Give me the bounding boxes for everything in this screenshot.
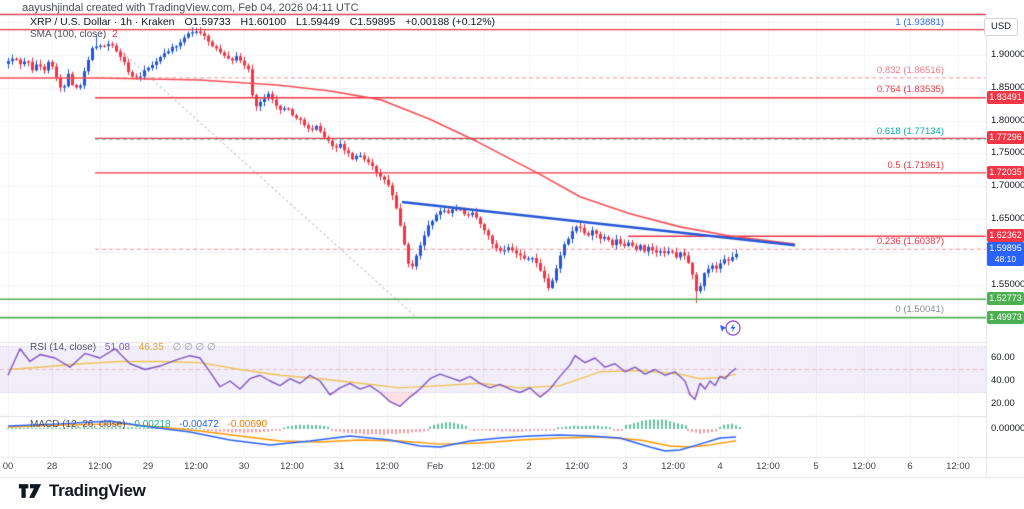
sma-value: 2 (112, 29, 118, 40)
time-axis-label: 00 (3, 461, 14, 472)
price-scale-label: 1.80000 (991, 115, 1024, 126)
ohlc-high: H1.60100 (241, 16, 287, 28)
fib-level-label: 0.832 (1.86516) (877, 65, 944, 76)
symbol-title: XRP / U.S. Dollar · 1h · Kraken (30, 16, 175, 28)
time-axis-label: 31 (334, 461, 345, 472)
fib-level-label: 0 (1.50041) (895, 304, 944, 315)
price-line-tag: 1.49973 (987, 311, 1024, 324)
fib-level-label: 0.236 (1.60387) (877, 236, 944, 247)
macd-signal-value: -0.00690 (228, 419, 267, 430)
time-axis-label: 12:00 (471, 461, 495, 472)
price-line-tag: 1.52773 (987, 292, 1024, 305)
price-scale-label: 1.75000 (991, 147, 1024, 158)
ohlc-open: O1.59733 (184, 16, 230, 28)
ohlc-close: C1.59895 (350, 16, 396, 28)
tradingview-chart-window: { "attribution": "aayushjindal created w… (0, 0, 1024, 509)
fib-level-label: 0.618 (1.77134) (877, 126, 944, 137)
time-axis-label: 29 (143, 461, 154, 472)
price-scale-label: 1.90000 (991, 49, 1024, 60)
rsi-scale-label: 40.00 (991, 375, 1015, 386)
rsi-scale-label: 20.00 (991, 398, 1015, 409)
time-axis-label: 12:00 (852, 461, 876, 472)
symbol-header[interactable]: XRP / U.S. Dollar · 1h · Kraken O1.59733… (30, 16, 502, 28)
time-axis-label: 5 (813, 461, 818, 472)
chart-canvas[interactable] (0, 0, 1024, 509)
fib-level-label: 1 (1.93881) (895, 17, 944, 28)
tradingview-logo[interactable]: TradingView (18, 480, 146, 502)
macd-legend[interactable]: MACD (12, 26, close) 0.00218 -0.00472 -0… (30, 419, 273, 430)
macd-label: MACD (12, 26, close) (30, 419, 126, 430)
time-axis-label: 12:00 (756, 461, 780, 472)
price-line-tag: 1.72035 (987, 166, 1024, 179)
macd-hist-value: 0.00218 (134, 419, 170, 430)
tradingview-logo-text: TradingView (49, 481, 146, 501)
fib-level-label: 0.5 (1.71961) (887, 160, 944, 171)
time-axis-label: 28 (47, 461, 58, 472)
tradingview-logo-icon (18, 480, 42, 502)
time-axis-label: 4 (717, 461, 722, 472)
time-axis-label: 2 (526, 461, 531, 472)
time-axis-label: Feb (427, 461, 443, 472)
time-axis-label: 12:00 (88, 461, 112, 472)
rsi-label: RSI (14, close) (30, 342, 96, 353)
rsi-ma-value: 46.35 (139, 342, 164, 353)
macd-scale-label: 0.00000 (991, 423, 1024, 434)
price-line-tag: 1.77296 (987, 131, 1024, 144)
price-scale-label: 1.55000 (991, 279, 1024, 290)
rsi-value: 51.08 (105, 342, 130, 353)
time-axis-label: 30 (239, 461, 250, 472)
price-change: +0.00188 (+0.12%) (405, 16, 495, 28)
price-line-tag: 1.62362 (987, 229, 1024, 242)
time-axis-label: 6 (907, 461, 912, 472)
price-scale-label: 1.65000 (991, 213, 1024, 224)
time-axis-label: 12:00 (280, 461, 304, 472)
time-axis-label: 3 (622, 461, 627, 472)
sma-label: SMA (100, close) (30, 29, 106, 40)
rsi-scale-label: 60.00 (991, 352, 1015, 363)
time-axis-label: 12:00 (661, 461, 685, 472)
fib-level-label: 0.764 (1.83535) (877, 84, 944, 95)
time-axis-label: 12:00 (375, 461, 399, 472)
price-line-tag: 1.83491 (987, 91, 1024, 104)
price-scale-label: 1.70000 (991, 180, 1024, 191)
macd-value: -0.00472 (179, 419, 218, 430)
time-axis-label: 12:00 (946, 461, 970, 472)
currency-button[interactable]: USD (984, 18, 1018, 36)
ohlc-low: L1.59449 (296, 16, 340, 28)
last-price-tag: 1.5989548:10 (987, 242, 1024, 266)
time-axis-label: 12:00 (184, 461, 208, 472)
attribution-text: aayushjindal created with TradingView.co… (22, 2, 359, 14)
rsi-hidden-values: ∅ ∅ ∅ ∅ (173, 342, 216, 353)
time-axis-label: 12:00 (565, 461, 589, 472)
sma-legend[interactable]: SMA (100, close) 2 (30, 29, 118, 40)
drawing-cursor-icon (718, 318, 744, 338)
rsi-legend[interactable]: RSI (14, close) 51.08 46.35 ∅ ∅ ∅ ∅ (30, 342, 222, 353)
